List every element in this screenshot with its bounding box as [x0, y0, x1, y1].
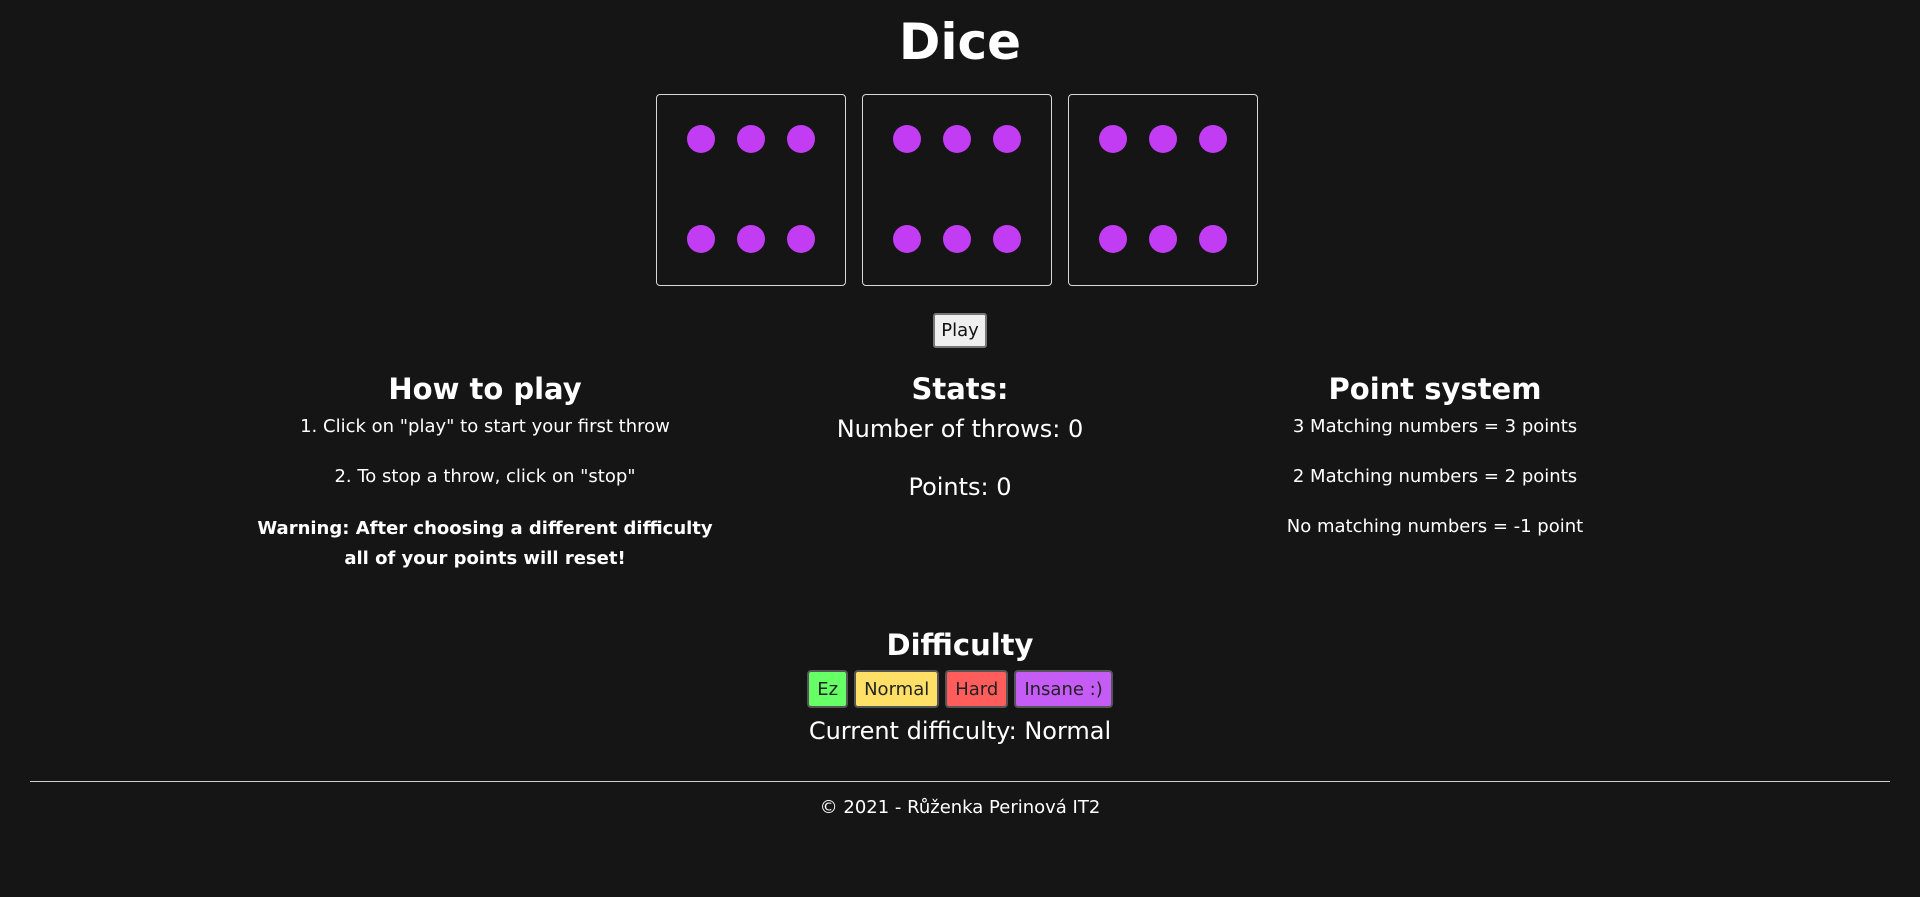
die-pip — [1199, 125, 1227, 153]
difficulty-section: Difficulty Ez Normal Hard Insane :) Curr… — [0, 624, 1920, 748]
current-difficulty-label: Current difficulty: — [808, 717, 1025, 745]
point-rule-2: 2 Matching numbers = 2 points — [1292, 466, 1578, 487]
point-rule-3: No matching numbers = -1 point — [1286, 516, 1584, 537]
difficulty-ez-button[interactable]: Ez — [807, 670, 849, 708]
point-system-section: Point system 3 Matching numbers = 3 poin… — [1185, 368, 1685, 540]
die-pip — [993, 125, 1021, 153]
throws-count: Number of throws: 0 — [760, 412, 1160, 446]
throws-label: Number of throws: — [836, 415, 1068, 443]
current-difficulty: Current difficulty: Normal — [0, 714, 1920, 748]
point-rule-1: 3 Matching numbers = 3 points — [1292, 416, 1578, 437]
warning-line-1: Warning: After choosing a different diff… — [257, 518, 713, 539]
die-pip — [687, 225, 715, 253]
play-button[interactable]: Play — [933, 313, 987, 348]
point-system-heading: Point system — [1328, 372, 1542, 406]
difficulty-hard-button[interactable]: Hard — [945, 670, 1009, 708]
die-pip — [893, 225, 921, 253]
die-pip — [893, 125, 921, 153]
warning-line-2: all of your points will reset! — [344, 548, 626, 569]
difficulty-buttons: Ez Normal Hard Insane :) — [0, 670, 1920, 708]
dice-game-page: Dice Play How to play 1. Click on "play"… — [0, 0, 1920, 897]
difficulty-heading: Difficulty — [886, 628, 1034, 662]
points-label: Points: — [908, 473, 997, 501]
how-to-play-step-2: 2. To stop a throw, click on "stop" — [334, 466, 636, 487]
current-difficulty-value: Normal — [1024, 717, 1112, 745]
difficulty-insane-button[interactable]: Insane :) — [1014, 670, 1113, 708]
die-pip — [1099, 125, 1127, 153]
die-pip — [1199, 225, 1227, 253]
die-1 — [656, 94, 846, 286]
how-to-play-step-1: 1. Click on "play" to start your first t… — [300, 416, 670, 437]
footer-copyright: © 2021 - Růženka Perinová IT2 — [819, 797, 1101, 818]
difficulty-normal-button[interactable]: Normal — [854, 670, 940, 708]
die-2 — [862, 94, 1052, 286]
die-pip — [1149, 225, 1177, 253]
stats-section: Stats: Number of throws: 0 Points: 0 — [760, 368, 1160, 504]
die-pip — [737, 125, 765, 153]
points-count: Points: 0 — [760, 470, 1160, 504]
die-pip — [1149, 125, 1177, 153]
die-pip — [993, 225, 1021, 253]
how-to-play-section: How to play 1. Click on "play" to start … — [235, 368, 735, 574]
page-title: Dice — [898, 13, 1022, 71]
die-pip — [787, 225, 815, 253]
die-pip — [943, 225, 971, 253]
dice-row — [656, 94, 1264, 288]
die-pip — [737, 225, 765, 253]
die-pip — [687, 125, 715, 153]
throws-value: 0 — [1068, 415, 1084, 443]
points-value: 0 — [996, 473, 1012, 501]
footer-divider — [30, 781, 1890, 782]
how-to-play-heading: How to play — [388, 372, 582, 406]
die-pip — [943, 125, 971, 153]
die-pip — [787, 125, 815, 153]
stats-heading: Stats: — [911, 372, 1009, 406]
die-pip — [1099, 225, 1127, 253]
die-3 — [1068, 94, 1258, 286]
difficulty-warning: Warning: After choosing a different diff… — [235, 514, 735, 574]
